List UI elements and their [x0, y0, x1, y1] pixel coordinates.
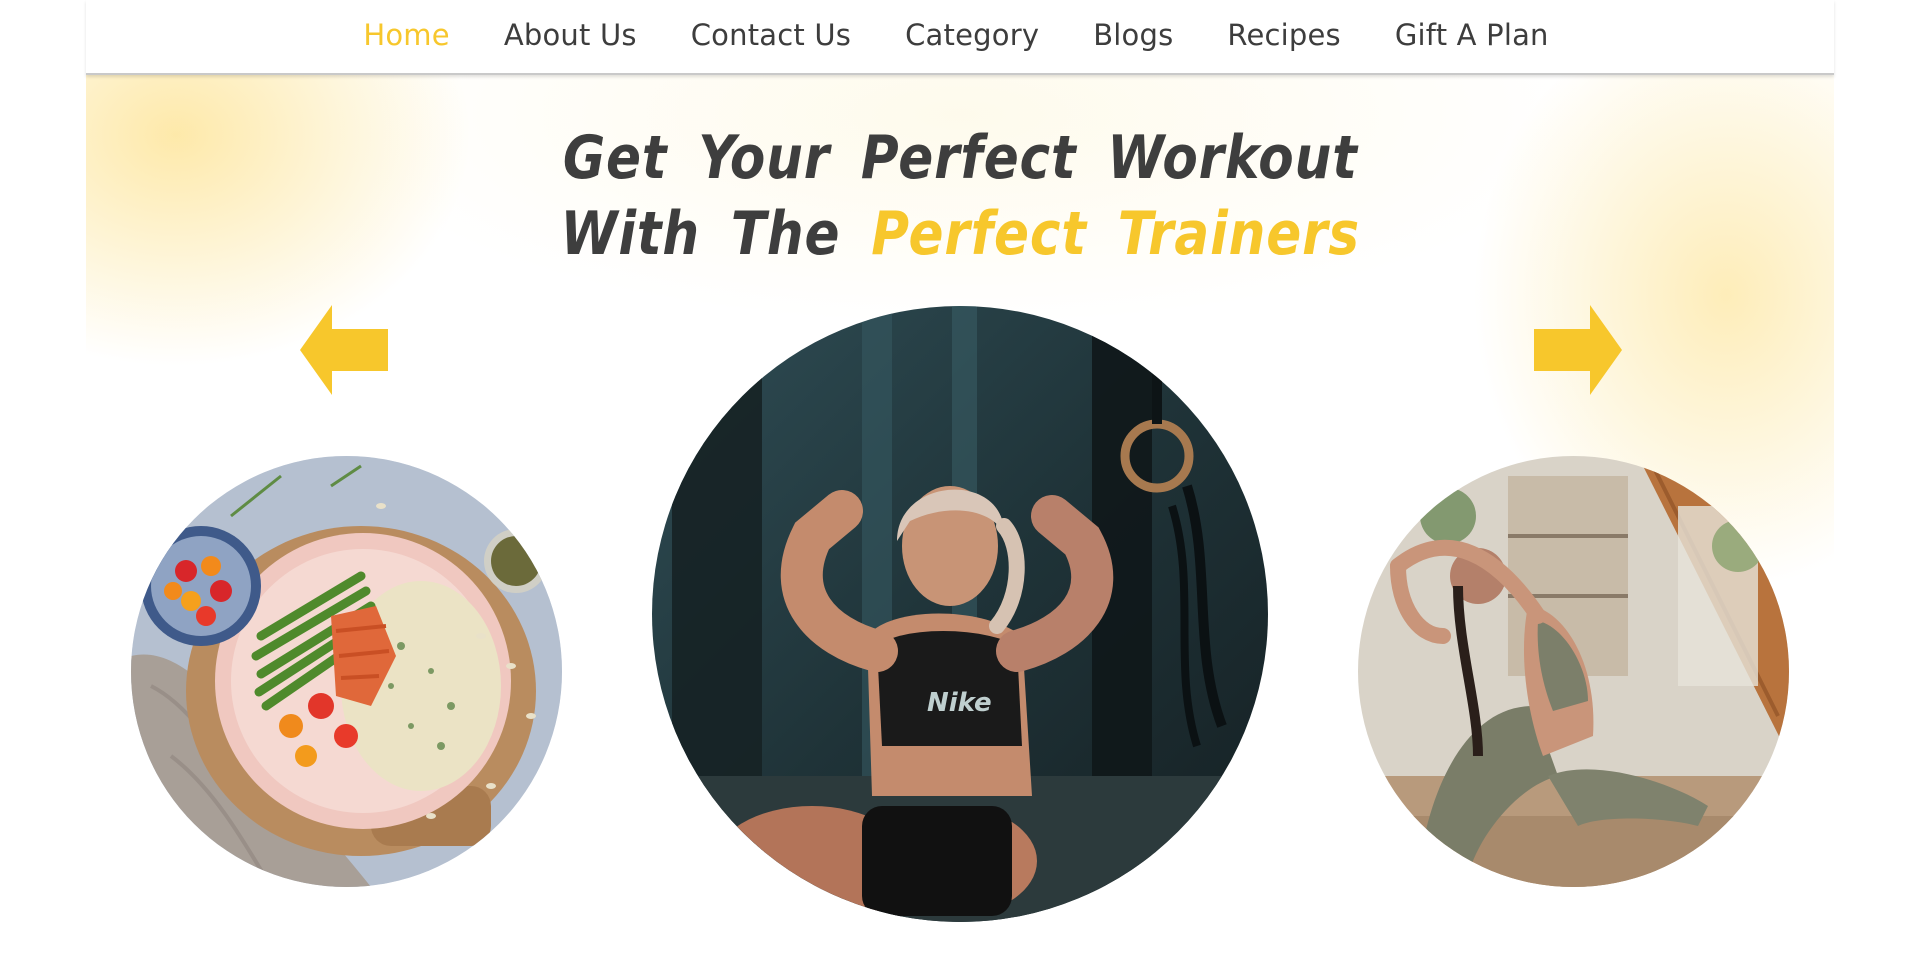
nav-link-home[interactable]: Home [363, 18, 449, 52]
top-navigation-bar: Home About Us Contact Us Category Blogs … [86, 0, 1834, 75]
nav-link-gift-a-plan[interactable]: Gift A Plan [1395, 18, 1549, 52]
nav-link-category[interactable]: Category [905, 18, 1039, 52]
headline-line-1: Get Your Perfect Workout [562, 123, 1358, 193]
woman-yoga-image[interactable] [1358, 456, 1789, 887]
arrow-right-icon[interactable] [1532, 305, 1622, 395]
hero-headline: Get Your Perfect Workout With The Perfec… [135, 120, 1786, 272]
headline-highlight: Perfect Trainers [871, 199, 1360, 269]
arrow-left-icon[interactable] [300, 305, 390, 395]
nav-link-about-us[interactable]: About Us [504, 18, 637, 52]
nav-link-blogs[interactable]: Blogs [1093, 18, 1173, 52]
woman-crunches-image[interactable]: Nike [652, 306, 1268, 922]
nav-link-contact-us[interactable]: Contact Us [691, 18, 851, 52]
headline-line-2: With The Perfect Trainers [135, 196, 1786, 272]
nav-links: Home About Us Contact Us Category Blogs … [82, 18, 1830, 52]
nav-link-recipes[interactable]: Recipes [1227, 18, 1340, 52]
healthy-meal-image[interactable] [131, 456, 562, 887]
headline-line-2-prefix: With The [560, 199, 872, 269]
svg-text:Nike: Nike [927, 688, 992, 718]
